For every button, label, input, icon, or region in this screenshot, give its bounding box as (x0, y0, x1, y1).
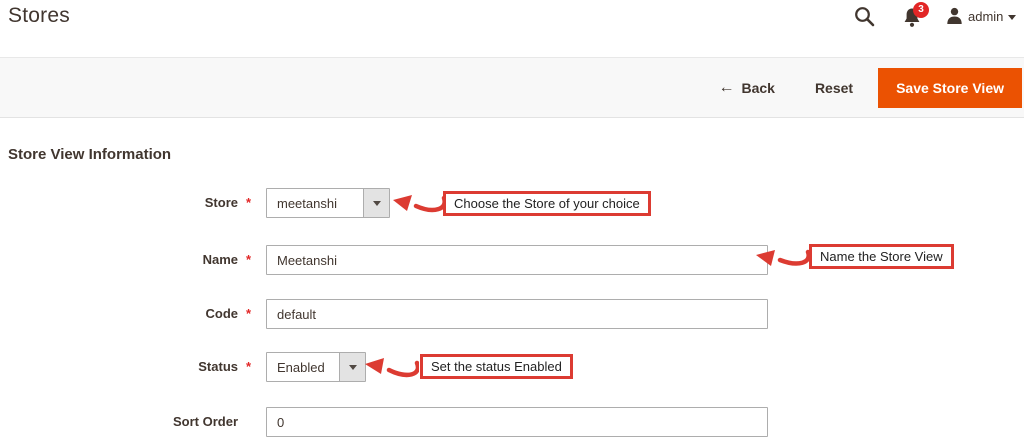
admin-account-menu[interactable]: admin (946, 7, 1016, 25)
status-select[interactable]: Enabled (266, 352, 366, 382)
store-select-dropdown-button[interactable] (363, 189, 389, 217)
code-input[interactable] (266, 299, 768, 329)
name-required-marker: * (246, 252, 251, 267)
store-field-label: Store (0, 195, 238, 210)
annotation-name-store-view: Name the Store View (809, 244, 954, 269)
action-toolbar: ← Back Reset Save Store View (0, 57, 1024, 118)
page-header: Stores 3 admin (0, 0, 1024, 57)
store-required-marker: * (246, 195, 251, 210)
sort-order-input[interactable] (266, 407, 768, 437)
store-select-value: meetanshi (267, 189, 363, 217)
code-required-marker: * (246, 306, 251, 321)
caret-down-icon (373, 201, 381, 206)
back-button[interactable]: ← Back (718, 79, 774, 97)
annotation-arrow-name (752, 246, 810, 276)
save-store-view-button[interactable]: Save Store View (878, 68, 1022, 108)
annotation-choose-store: Choose the Store of your choice (443, 191, 651, 216)
user-icon (946, 7, 963, 25)
back-label: Back (741, 80, 774, 96)
caret-down-icon (1008, 15, 1016, 20)
caret-down-icon (349, 365, 357, 370)
name-field-label: Name (0, 252, 238, 267)
search-icon[interactable] (854, 6, 875, 32)
notification-badge[interactable]: 3 (913, 2, 929, 18)
store-select[interactable]: meetanshi (266, 188, 390, 218)
code-field-label: Code (0, 306, 238, 321)
page-title: Stores (8, 4, 70, 28)
notifications-button[interactable]: 3 (902, 7, 922, 34)
status-select-value: Enabled (267, 353, 339, 381)
admin-username: admin (968, 9, 1003, 24)
reset-label: Reset (815, 80, 853, 96)
section-title: Store View Information (8, 146, 171, 163)
status-required-marker: * (246, 359, 251, 374)
store-view-form: Store View Information Store * meetanshi… (0, 118, 1024, 441)
annotation-arrow-store (390, 192, 446, 222)
reset-button[interactable]: Reset (815, 80, 853, 96)
name-input[interactable] (266, 245, 768, 275)
back-arrow-icon: ← (718, 79, 734, 97)
annotation-set-status: Set the status Enabled (420, 354, 573, 379)
status-field-label: Status (0, 359, 238, 374)
sort-order-field-label: Sort Order (0, 414, 238, 429)
annotation-arrow-status (361, 353, 419, 385)
